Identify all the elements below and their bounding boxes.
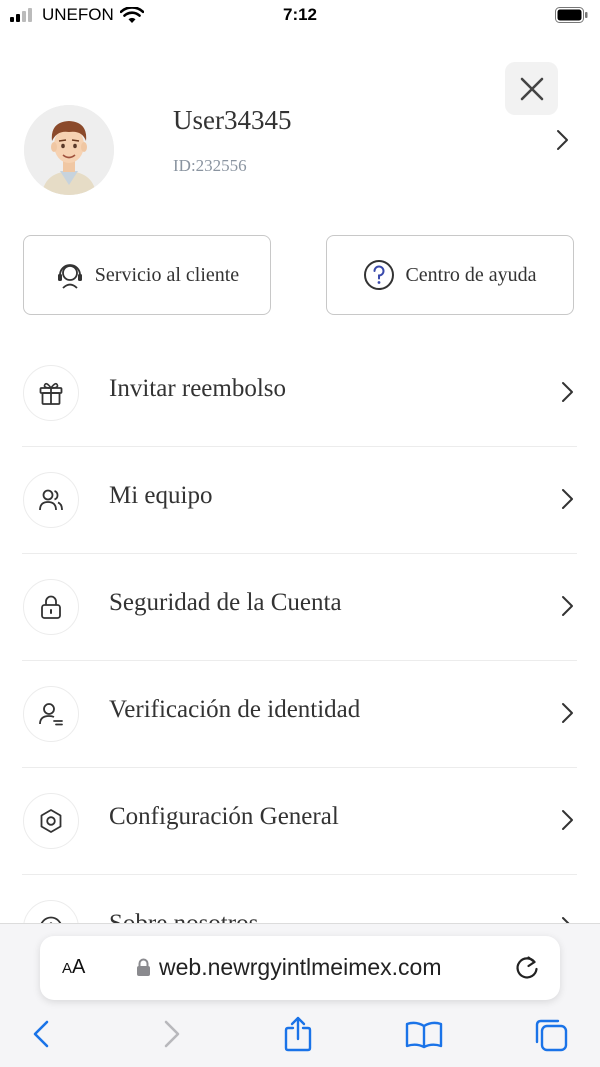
avatar-cartoon-icon bbox=[24, 105, 114, 195]
text-size-button[interactable]: AA bbox=[62, 956, 85, 979]
menu-item-about-us[interactable]: Sobre nosotros bbox=[22, 875, 577, 925]
address-bar[interactable]: AA web.newrgyintlmeimex.com bbox=[40, 936, 560, 1000]
back-arrow-icon[interactable] bbox=[32, 1020, 50, 1048]
customer-service-label: Servicio al cliente bbox=[94, 263, 240, 286]
chevron-right-icon bbox=[562, 703, 573, 723]
avatar[interactable] bbox=[24, 105, 114, 195]
tabs-icon[interactable] bbox=[533, 1017, 569, 1053]
menu-label-general-settings: Configuración General bbox=[109, 803, 339, 830]
chevron-right-icon bbox=[562, 489, 573, 509]
share-icon[interactable] bbox=[283, 1016, 313, 1052]
padlock-icon bbox=[137, 958, 150, 976]
hexagon-settings-icon bbox=[23, 793, 79, 849]
menu-label-invite-refund: Invitar reembolso bbox=[109, 375, 287, 402]
menu-item-general-settings[interactable]: Configuración General bbox=[22, 768, 577, 875]
question-circle-icon bbox=[363, 259, 395, 291]
menu-label-my-team: Mi equipo bbox=[109, 482, 213, 509]
browser-toolbar: AA web.newrgyintlmeimex.com bbox=[0, 923, 600, 1067]
user-id-icon bbox=[23, 686, 79, 742]
menu-label-account-security: Seguridad de la Cuenta bbox=[109, 589, 342, 616]
menu-label-identity-verification: Verificación de identidad bbox=[109, 696, 361, 723]
gift-icon bbox=[23, 365, 79, 421]
url-text: web.newrgyintlmeimex.com bbox=[159, 954, 442, 980]
menu-item-identity-verification[interactable]: Verificación de identidad bbox=[22, 661, 577, 768]
chevron-right-icon bbox=[562, 382, 573, 402]
menu-item-account-security[interactable]: Seguridad de la Cuenta bbox=[22, 554, 577, 661]
forward-arrow-icon[interactable] bbox=[163, 1020, 181, 1048]
chevron-right-icon[interactable] bbox=[555, 129, 569, 151]
help-center-label: Centro de ayuda bbox=[405, 263, 537, 286]
clock: 7:12 bbox=[282, 5, 318, 24]
close-icon bbox=[520, 77, 543, 100]
menu-item-my-team[interactable]: Mi equipo bbox=[22, 447, 577, 554]
menu-item-invite-refund[interactable]: Invitar reembolso bbox=[22, 340, 577, 447]
bookmarks-icon[interactable] bbox=[405, 1021, 443, 1049]
user-id: ID:232556 bbox=[173, 156, 247, 175]
customer-service-button[interactable]: Servicio al cliente bbox=[23, 235, 271, 315]
chevron-right-icon bbox=[562, 810, 573, 830]
users-icon bbox=[23, 472, 79, 528]
lock-icon bbox=[23, 579, 79, 635]
chevron-right-icon bbox=[562, 596, 573, 616]
username: User34345 bbox=[173, 105, 292, 135]
info-icon bbox=[23, 900, 79, 925]
close-button[interactable] bbox=[505, 62, 558, 115]
headset-icon bbox=[55, 260, 85, 290]
battery-icon bbox=[555, 7, 588, 23]
reload-icon[interactable] bbox=[514, 954, 540, 982]
help-center-button[interactable]: Centro de ayuda bbox=[326, 235, 574, 315]
status-bar: UNEFON 7:12 bbox=[0, 0, 600, 32]
